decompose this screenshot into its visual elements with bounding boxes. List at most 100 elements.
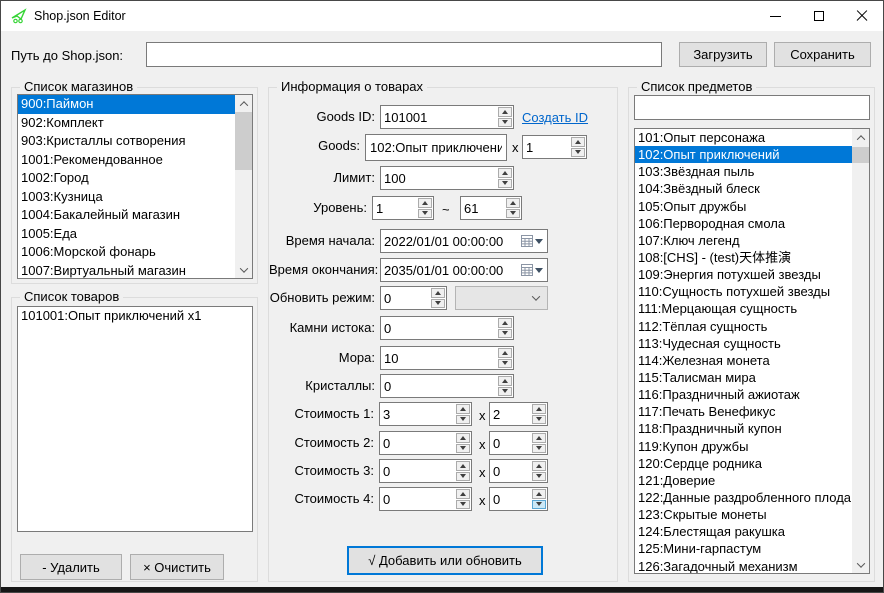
spin-down-button[interactable] <box>498 387 512 397</box>
spin-down-button[interactable] <box>532 415 546 425</box>
spin-up-button[interactable] <box>498 318 512 328</box>
spin-up-button[interactable] <box>456 433 470 443</box>
list-item[interactable]: 900:Паймон <box>18 95 235 114</box>
spin-down-button[interactable] <box>456 415 470 425</box>
crystal-input[interactable] <box>381 375 497 397</box>
goods-id-input[interactable] <box>381 106 497 128</box>
scroll-up-icon[interactable] <box>852 129 869 146</box>
spin-down-button[interactable] <box>571 148 585 158</box>
clear-button[interactable]: × Очистить <box>130 554 224 580</box>
list-item[interactable]: 115:Талисман мира <box>635 369 852 386</box>
spin-up-button[interactable] <box>498 348 512 358</box>
spin-down-button[interactable] <box>506 209 520 219</box>
goods-count-input[interactable] <box>523 136 570 158</box>
list-item[interactable]: 112:Тёплая сущность <box>635 318 852 335</box>
list-item[interactable]: 104:Звёздный блеск <box>635 180 852 197</box>
spin-down-button[interactable] <box>532 472 546 482</box>
begin-time-picker[interactable]: 2022/01/01 00:00:00 <box>380 229 548 253</box>
maximize-button[interactable] <box>797 1 840 31</box>
mora-input[interactable] <box>381 347 497 369</box>
list-item[interactable]: 124:Блестящая ракушка <box>635 523 852 540</box>
cost1-count-input[interactable] <box>490 403 531 425</box>
list-item[interactable]: 1001:Рекомендованное <box>18 151 235 170</box>
spin-down-button[interactable] <box>498 179 512 189</box>
scroll-down-icon[interactable] <box>852 556 869 573</box>
list-item[interactable]: 110:Сущность потухшей звезды <box>635 283 852 300</box>
cost1-item-input[interactable] <box>380 403 455 425</box>
list-item[interactable]: 1006:Морской фонарь <box>18 243 235 262</box>
scroll-down-icon[interactable] <box>235 261 252 278</box>
list-item[interactable]: 109:Энергия потухшей звезды <box>635 266 852 283</box>
list-item[interactable]: 116:Праздничный ажиотаж <box>635 386 852 403</box>
spin-down-button[interactable] <box>498 118 512 128</box>
end-time-picker[interactable]: 2035/01/01 00:00:00 <box>380 258 548 282</box>
create-id-link[interactable]: Создать ID <box>522 110 588 125</box>
save-button[interactable]: Сохранить <box>774 42 871 67</box>
dropdown-arrow-icon[interactable] <box>535 268 543 273</box>
list-item[interactable]: 121:Доверие <box>635 472 852 489</box>
list-item[interactable]: 123:Скрытые монеты <box>635 506 852 523</box>
level-max-input[interactable] <box>461 197 505 219</box>
list-item[interactable]: 107:Ключ легенд <box>635 232 852 249</box>
spin-up-button[interactable] <box>498 376 512 386</box>
spin-up-button[interactable] <box>498 107 512 117</box>
list-item[interactable]: 101:Опыт персонажа <box>635 129 852 146</box>
spin-up-button[interactable] <box>431 288 445 298</box>
dropdown-arrow-icon[interactable] <box>535 239 543 244</box>
spin-down-button[interactable] <box>456 444 470 454</box>
spin-down-button[interactable] <box>418 209 432 219</box>
cost3-count-input[interactable] <box>490 460 531 482</box>
path-input[interactable] <box>146 42 662 67</box>
cost4-count-input[interactable] <box>490 488 531 510</box>
spin-down-button[interactable] <box>431 299 445 309</box>
list-item[interactable]: 119:Купон дружбы <box>635 438 852 455</box>
load-button[interactable]: Загрузить <box>679 42 767 67</box>
cost3-item-input[interactable] <box>380 460 455 482</box>
spin-up-button[interactable] <box>456 461 470 471</box>
limit-input[interactable] <box>381 167 497 189</box>
list-item[interactable]: 102:Опыт приключений <box>635 146 852 163</box>
list-item[interactable]: 1005:Еда <box>18 225 235 244</box>
list-item[interactable]: 117:Печать Венефикус <box>635 403 852 420</box>
spin-up-button[interactable] <box>532 404 546 414</box>
items-scrollbar[interactable] <box>852 129 869 573</box>
cost2-count-input[interactable] <box>490 432 531 454</box>
scroll-thumb[interactable] <box>235 112 252 170</box>
delete-button[interactable]: - Удалить <box>20 554 122 580</box>
list-item[interactable]: 101001:Опыт приключений x1 <box>18 307 252 326</box>
cost4-item-input[interactable] <box>380 488 455 510</box>
primogem-input[interactable] <box>381 317 497 339</box>
list-item[interactable]: 126:Загадочный механизм <box>635 558 852 573</box>
list-item[interactable]: 113:Чудесная сущность <box>635 335 852 352</box>
refresh-mode-combobox[interactable] <box>455 286 548 310</box>
spin-down-button[interactable] <box>498 329 512 339</box>
list-item[interactable]: 105:Опыт дружбы <box>635 198 852 215</box>
spin-up-button[interactable] <box>418 198 432 208</box>
refresh-mode-input[interactable] <box>381 287 430 309</box>
item-search-input[interactable] <box>634 95 870 120</box>
spin-down-button[interactable] <box>456 472 470 482</box>
add-or-update-button[interactable]: √ Добавить или обновить <box>347 546 543 575</box>
spin-down-button[interactable] <box>532 444 546 454</box>
list-item[interactable]: 120:Сердце родника <box>635 455 852 472</box>
spin-down-button[interactable] <box>532 500 546 510</box>
spin-down-button[interactable] <box>498 359 512 369</box>
scroll-thumb[interactable] <box>852 147 869 163</box>
list-item[interactable]: 1003:Кузница <box>18 188 235 207</box>
list-item[interactable]: 125:Мини-гарпастум <box>635 540 852 557</box>
scroll-up-icon[interactable] <box>235 95 252 112</box>
list-item[interactable]: 903:Кристаллы сотворения <box>18 132 235 151</box>
list-item[interactable]: 103:Звёздная пыль <box>635 163 852 180</box>
spin-up-button[interactable] <box>456 489 470 499</box>
list-item[interactable]: 1004:Бакалейный магазин <box>18 206 235 225</box>
spin-up-button[interactable] <box>506 198 520 208</box>
goods-input[interactable] <box>365 134 507 161</box>
shops-scrollbar[interactable] <box>235 95 252 278</box>
minimize-button[interactable] <box>754 1 797 31</box>
level-min-input[interactable] <box>373 197 417 219</box>
close-button[interactable] <box>840 1 883 31</box>
spin-down-button[interactable] <box>456 500 470 510</box>
spin-up-button[interactable] <box>456 404 470 414</box>
spin-up-button[interactable] <box>498 168 512 178</box>
list-item[interactable]: 122:Данные раздробленного плода <box>635 489 852 506</box>
